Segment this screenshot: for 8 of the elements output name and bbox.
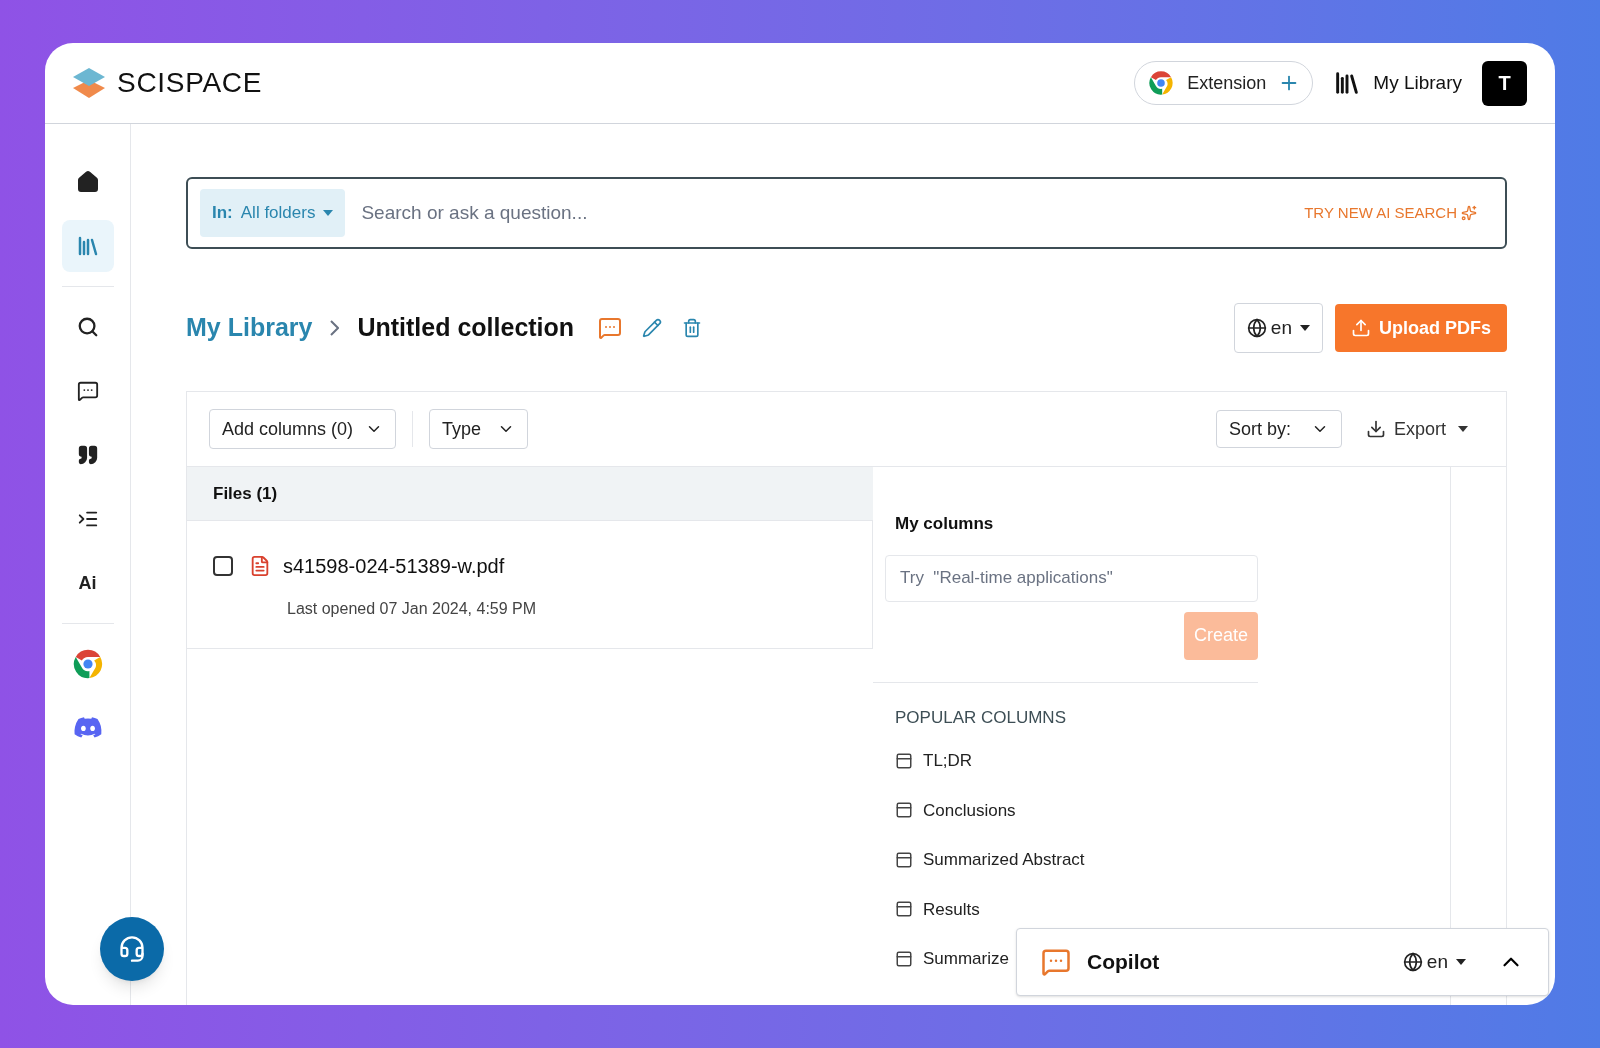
brand-name: SCISPACE (117, 66, 263, 100)
collection-title: Untitled collection (357, 312, 575, 344)
popular-columns-heading: POPULAR COLUMNS (894, 706, 1067, 729)
my-columns-heading: My columns (895, 513, 995, 535)
files-header: Files (1) (187, 467, 873, 521)
ai-search-icon: Ai (78, 574, 97, 592)
last-opened-text: Last opened 07 Jan 2024, 4:59 PM (287, 599, 538, 619)
copilot-title: Copilot (1087, 949, 1160, 976)
